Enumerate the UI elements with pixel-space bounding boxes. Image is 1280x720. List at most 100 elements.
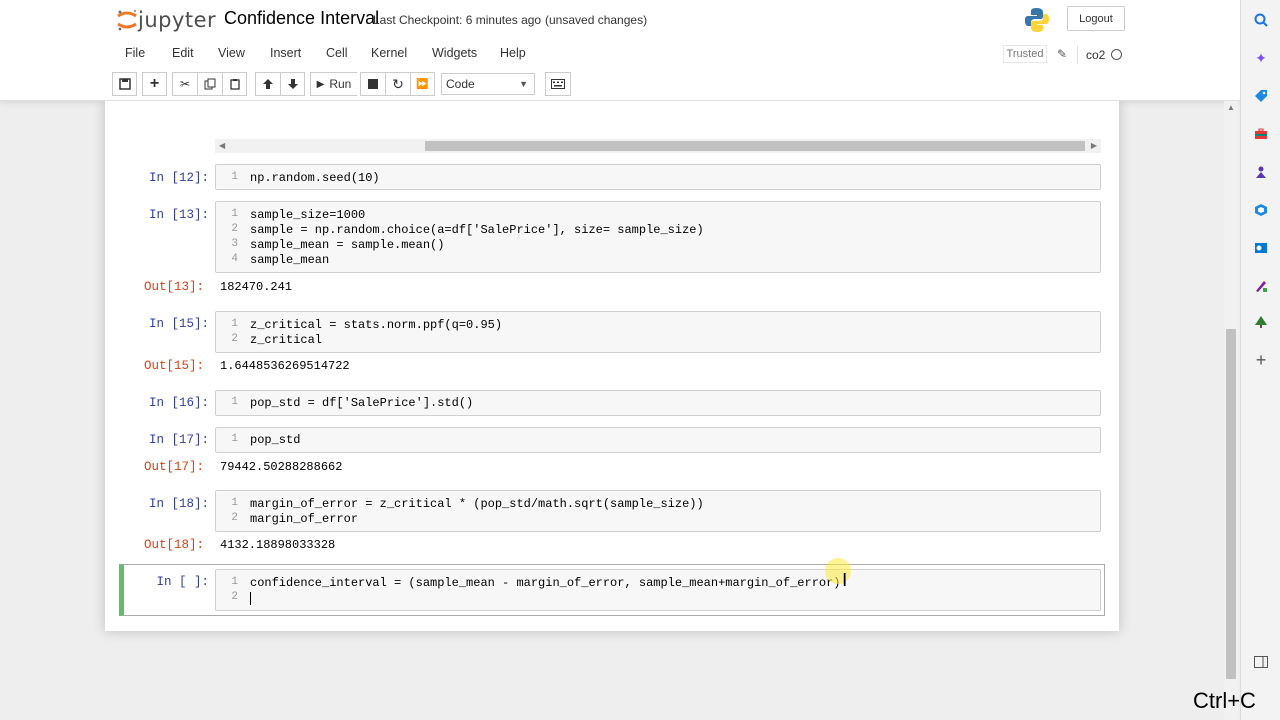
keystroke-overlay: Ctrl+C	[1193, 688, 1256, 713]
code-cell-editor[interactable]: 1 confidence_interval = (sample_mean - ma…	[215, 569, 1101, 611]
scrollbar-thumb[interactable]	[1226, 329, 1236, 679]
code-cell-input[interactable]: 1 z_critical = stats.norm.ppf(q=0.95) 2 z_…	[215, 311, 1101, 353]
code-line: pop_std = df['SalePrice'].std()	[250, 396, 474, 410]
python-logo-icon	[1025, 8, 1049, 32]
tag-icon[interactable]	[1251, 86, 1271, 106]
chevron-down-icon: ▼	[519, 79, 528, 89]
tree-icon[interactable]	[1251, 312, 1271, 332]
autosave-status: (unsaved changes)	[545, 13, 648, 27]
menu-help[interactable]: Help	[500, 42, 526, 64]
code-cell-input[interactable]: 1 pop_std = df['SalePrice'].std()	[215, 390, 1101, 416]
copy-icon	[204, 78, 216, 90]
run-button[interactable]: ▶ Run	[310, 72, 357, 96]
line-number: 2	[231, 333, 238, 345]
menu-edit[interactable]: Edit	[172, 42, 194, 64]
microsoft-365-icon[interactable]	[1251, 200, 1271, 220]
trusted-indicator[interactable]: Trusted	[1003, 45, 1047, 63]
notebook-header: jupyter Confidence Interval Last Checkpo…	[0, 0, 1240, 101]
arrow-up-icon	[263, 79, 273, 89]
interrupt-button[interactable]	[360, 72, 385, 96]
restart-run-all-button[interactable]: ⏩	[410, 72, 435, 96]
save-button[interactable]	[112, 72, 137, 96]
code-line: pop_std	[250, 433, 301, 447]
cell-type-value: Code	[446, 77, 475, 91]
code-line: margin_of_error = z_critical * (pop_std/…	[250, 497, 704, 511]
code-cell-input[interactable]: 1 pop_std	[215, 427, 1101, 453]
line-number: 1	[231, 576, 238, 588]
scrollbar-thumb[interactable]	[425, 141, 1085, 151]
code-line: z_critical	[250, 333, 323, 347]
checkpoint-status: Last Checkpoint: 6 minutes ago	[373, 13, 542, 27]
games-icon[interactable]	[1251, 162, 1271, 182]
cell-output: 182470.241	[220, 280, 293, 294]
line-number: 1	[231, 171, 238, 183]
move-down-button[interactable]	[280, 72, 305, 96]
scroll-up-icon[interactable]: ▲	[1227, 103, 1235, 112]
logout-button[interactable]: Logout	[1067, 6, 1125, 31]
save-icon	[118, 78, 131, 90]
browser-side-panel: ✦ +	[1240, 0, 1280, 720]
code-cell-input[interactable]: 1 margin_of_error = z_critical * (pop_std…	[215, 490, 1101, 532]
search-icon[interactable]	[1251, 10, 1271, 30]
code-line: confidence_interval = (sample_mean - mar…	[250, 576, 841, 590]
input-prompt: In [15]:	[148, 317, 209, 331]
pencil-icon[interactable]: ✎	[1057, 47, 1067, 61]
cell-type-select[interactable]: Code ▼	[441, 73, 535, 95]
scroll-right-icon[interactable]: ▶	[1091, 141, 1097, 150]
code-line: margin_of_error	[250, 512, 359, 526]
command-palette-button[interactable]	[545, 72, 571, 96]
sidebar-toggle-icon[interactable]	[1251, 652, 1271, 672]
code-cell-input[interactable]: 1 np.random.seed(10)	[215, 164, 1101, 190]
outlook-icon[interactable]	[1251, 238, 1271, 258]
notebook-title[interactable]: Confidence Interval	[224, 8, 379, 29]
cell-output: 4132.18898033328	[220, 538, 336, 552]
restart-button[interactable]: ↻	[385, 72, 410, 96]
play-icon: ▶	[316, 78, 325, 90]
paste-icon	[229, 79, 240, 90]
restart-icon: ↻	[392, 75, 404, 92]
output-prompt: Out[15]:	[143, 359, 204, 373]
add-icon[interactable]: +	[1251, 350, 1271, 370]
copilot-icon[interactable]: ✦	[1251, 48, 1271, 68]
stop-icon	[368, 79, 378, 89]
notebook-page: ◀ ▶ In [12]: 1 np.random.seed(10) In [13]…	[105, 101, 1119, 631]
output-prompt: Out[13]:	[143, 280, 204, 294]
copy-button[interactable]	[197, 72, 222, 96]
briefcase-icon[interactable]	[1251, 124, 1271, 144]
cell-output: 79442.50288288662	[220, 460, 343, 474]
code-cell-input[interactable]: 1 sample_size=1000 2 sample = np.random.ch…	[215, 201, 1101, 273]
menu-kernel[interactable]: Kernel	[371, 42, 407, 64]
fast-forward-icon: ⏩	[416, 78, 429, 90]
output-horizontal-scrollbar[interactable]: ◀ ▶	[215, 139, 1101, 153]
line-number: 1	[231, 208, 238, 220]
menu-view[interactable]: View	[218, 42, 245, 64]
code-line: sample_mean	[250, 253, 330, 267]
ibeam-cursor-icon: I	[842, 570, 848, 591]
cut-button[interactable]: ✂	[172, 72, 197, 96]
input-prompt: In [16]:	[148, 396, 209, 410]
menu-cell[interactable]: Cell	[326, 42, 348, 64]
notebook-vertical-scrollbar[interactable]: ▲	[1224, 101, 1238, 720]
line-number: 3	[231, 238, 238, 250]
input-prompt: In [18]:	[148, 497, 209, 511]
line-number: 2	[231, 223, 238, 235]
line-number: 1	[231, 497, 238, 509]
paste-button[interactable]	[222, 72, 247, 96]
cell-output: 1.6448536269514722	[220, 359, 350, 373]
output-prompt: Out[18]:	[143, 538, 204, 552]
line-number: 1	[231, 433, 238, 445]
menu-insert[interactable]: Insert	[270, 42, 301, 64]
input-prompt: In [17]:	[148, 433, 209, 447]
jupyter-logo-icon	[117, 9, 137, 31]
menu-widgets[interactable]: Widgets	[432, 42, 477, 64]
kernel-idle-icon	[1111, 49, 1122, 60]
scroll-left-icon[interactable]: ◀	[219, 141, 225, 150]
move-up-button[interactable]	[255, 72, 280, 96]
insert-cell-button[interactable]: +	[142, 72, 167, 96]
arrow-down-icon	[287, 79, 298, 89]
designer-icon[interactable]	[1251, 276, 1271, 296]
input-prompt: In [12]:	[148, 171, 209, 185]
code-line: sample_size=1000	[250, 208, 366, 222]
menu-file[interactable]: File	[125, 42, 145, 64]
jupyter-logo[interactable]: jupyter	[116, 6, 216, 34]
